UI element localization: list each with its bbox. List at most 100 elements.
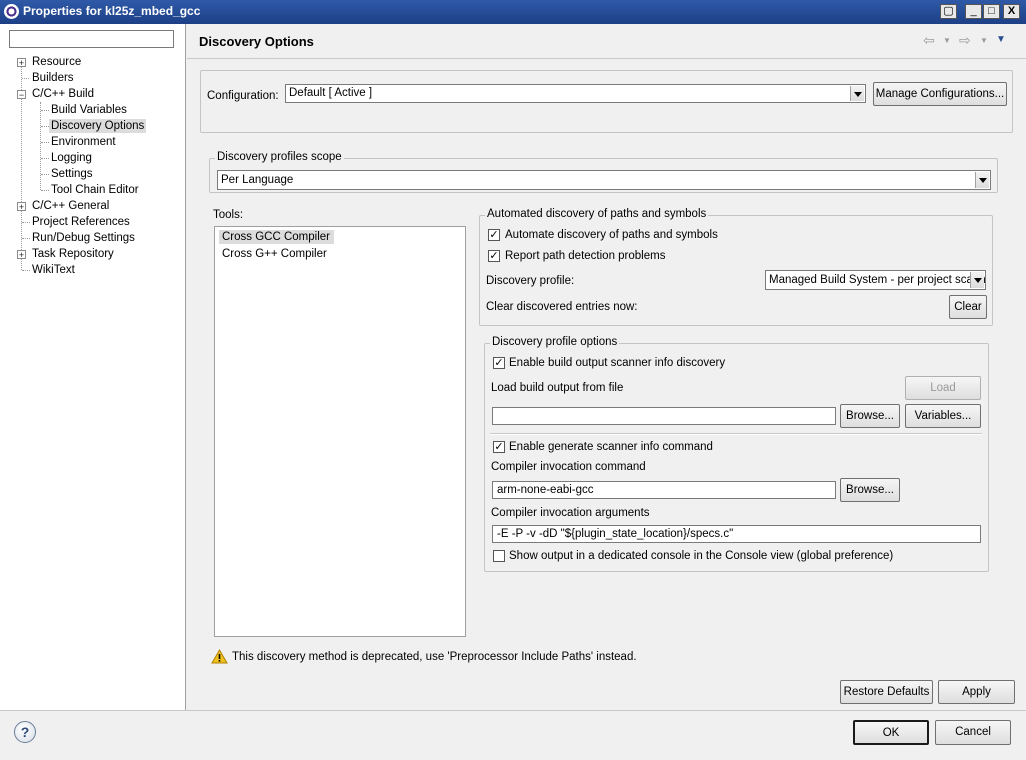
tree-connector (41, 142, 49, 143)
tree-item-cc-general[interactable]: C/C++ General (32, 199, 109, 213)
show-console-label[interactable]: Show output in a dedicated console in th… (509, 550, 893, 562)
collapse-cc-build-icon[interactable]: − (17, 90, 26, 100)
report-problems-checkbox[interactable]: ✓ (488, 250, 500, 262)
variables-button[interactable]: Variables... (905, 404, 981, 428)
compiler-arguments-label: Compiler invocation arguments (491, 507, 650, 519)
tree-item-builders[interactable]: Builders (32, 71, 74, 85)
report-problems-label[interactable]: Report path detection problems (505, 250, 665, 262)
tree-item-discovery-options[interactable]: Discovery Options (49, 119, 147, 133)
restore-window-icon[interactable]: ▢ (940, 4, 957, 19)
enable-build-output-checkbox[interactable]: ✓ (493, 357, 505, 369)
discovery-scope-select[interactable]: Per Language (217, 170, 991, 190)
filter-text-input[interactable] (9, 30, 174, 48)
expand-resource-icon[interactable]: + (17, 58, 26, 68)
warning-icon (211, 649, 228, 664)
enable-build-output-label[interactable]: Enable build output scanner info discove… (509, 357, 725, 369)
expand-cc-general-icon[interactable]: + (17, 202, 26, 212)
tree-connector (41, 190, 49, 191)
discovery-profile-value: Managed Build System - per project scann… (769, 274, 985, 286)
automate-discovery-checkbox[interactable]: ✓ (488, 229, 500, 241)
property-pages-tree: + Resource Builders − C/C++ Build Build … (0, 24, 186, 710)
forward-arrow-icon[interactable]: ⇨ (959, 32, 971, 49)
tree-connector (41, 158, 49, 159)
tree-item-task-repository[interactable]: Task Repository (32, 247, 114, 261)
tree-item-environment[interactable]: Environment (51, 135, 116, 149)
manage-configurations-button[interactable]: Manage Configurations... (873, 82, 1007, 106)
minimize-button[interactable]: _ (965, 4, 982, 19)
page-title: Discovery Options (199, 34, 314, 49)
browse-file-button[interactable]: Browse... (840, 404, 900, 428)
clear-button[interactable]: Clear (949, 295, 987, 319)
configuration-group: Configuration: Default [ Active ] Manage… (200, 70, 1013, 133)
tree-connector (41, 174, 49, 175)
tree-item-run-debug-settings[interactable]: Run/Debug Settings (32, 231, 135, 245)
ok-button[interactable]: OK (853, 720, 929, 745)
window-title: Properties for kl25z_mbed_gcc (23, 4, 201, 18)
back-arrow-icon[interactable]: ⇦ (923, 32, 935, 49)
show-console-checkbox[interactable] (493, 550, 505, 562)
window-title-bar[interactable]: Properties for kl25z_mbed_gcc ▢ _ □ X (0, 0, 1026, 24)
tree-item-build-variables[interactable]: Build Variables (51, 103, 127, 117)
tools-list[interactable]: Cross GCC Compiler Cross G++ Compiler (214, 226, 466, 637)
back-dropdown-icon[interactable]: ▼ (943, 36, 951, 45)
clear-entries-label: Clear discovered entries now: (486, 301, 638, 313)
compiler-command-value: arm-none-eabi-gcc (497, 484, 594, 496)
chevron-down-icon[interactable] (975, 172, 989, 188)
tree-connector (41, 110, 49, 111)
configuration-select[interactable]: Default [ Active ] (285, 84, 866, 103)
maximize-button[interactable]: □ (983, 4, 1000, 19)
tree-item-tool-chain-editor[interactable]: Tool Chain Editor (51, 183, 139, 197)
tree-connector (22, 238, 30, 239)
tree-item-wikitext[interactable]: WikiText (32, 263, 75, 277)
discovery-profile-options-group: Discovery profile options ✓ Enable build… (484, 336, 989, 572)
compiler-command-input[interactable]: arm-none-eabi-gcc (492, 481, 836, 499)
help-icon[interactable]: ? (14, 721, 36, 743)
page-header: Discovery Options ⇦ ▼ ⇨ ▼ ▼ (187, 24, 1026, 58)
list-item[interactable]: Cross GCC Compiler (219, 230, 334, 244)
tree-item-resource[interactable]: Resource (32, 55, 81, 69)
tree-connector (22, 78, 29, 79)
cancel-button[interactable]: Cancel (935, 720, 1011, 745)
compiler-command-label: Compiler invocation command (491, 461, 646, 473)
tree-connector (41, 126, 49, 127)
discovery-profile-select[interactable]: Managed Build System - per project scann… (765, 270, 986, 290)
expand-task-repository-icon[interactable]: + (17, 250, 26, 260)
automate-discovery-label[interactable]: Automate discovery of paths and symbols (505, 229, 718, 241)
forward-dropdown-icon[interactable]: ▼ (980, 36, 988, 45)
tree-item-project-references[interactable]: Project References (32, 215, 130, 229)
tree-item-logging[interactable]: Logging (51, 151, 92, 165)
tree-item-cc-build[interactable]: C/C++ Build (32, 87, 94, 101)
discovery-profile-label: Discovery profile: (486, 275, 575, 287)
build-output-file-input[interactable] (492, 407, 836, 425)
tree-item-settings[interactable]: Settings (51, 167, 93, 181)
automated-discovery-group: Automated discovery of paths and symbols… (479, 208, 993, 326)
tree-connector (22, 270, 30, 271)
enable-generate-command-label[interactable]: Enable generate scanner info command (509, 441, 713, 453)
discovery-scope-group: Discovery profiles scope Per Language (209, 151, 998, 193)
discovery-profile-options-legend: Discovery profile options (490, 336, 620, 348)
deprecation-warning-text: This discovery method is deprecated, use… (232, 651, 637, 663)
view-menu-icon[interactable]: ▼ (996, 34, 1006, 45)
discovery-scope-legend: Discovery profiles scope (215, 151, 344, 163)
footer-divider (0, 710, 1026, 711)
eclipse-app-icon (4, 4, 19, 19)
configuration-label: Configuration: (207, 90, 279, 102)
compiler-arguments-input[interactable]: -E -P -v -dD "${plugin_state_location}/s… (492, 525, 981, 543)
load-button[interactable]: Load (905, 376, 981, 400)
list-item[interactable]: Cross G++ Compiler (222, 248, 327, 260)
tree-connector (40, 102, 41, 190)
browse-command-button[interactable]: Browse... (840, 478, 900, 502)
enable-generate-command-checkbox[interactable]: ✓ (493, 441, 505, 453)
configuration-value: Default [ Active ] (289, 87, 373, 99)
chevron-down-icon[interactable] (850, 86, 864, 101)
close-window-button[interactable]: X (1003, 4, 1020, 19)
automated-discovery-legend: Automated discovery of paths and symbols (485, 208, 709, 220)
tools-label: Tools: (213, 209, 244, 221)
header-divider (187, 58, 1026, 59)
apply-button[interactable]: Apply (938, 680, 1015, 704)
load-build-output-label: Load build output from file (491, 382, 624, 394)
restore-defaults-button[interactable]: Restore Defaults (840, 680, 933, 704)
discovery-scope-value: Per Language (221, 174, 294, 186)
chevron-down-icon[interactable] (970, 272, 984, 288)
compiler-arguments-value: -E -P -v -dD "${plugin_state_location}/s… (497, 528, 734, 540)
